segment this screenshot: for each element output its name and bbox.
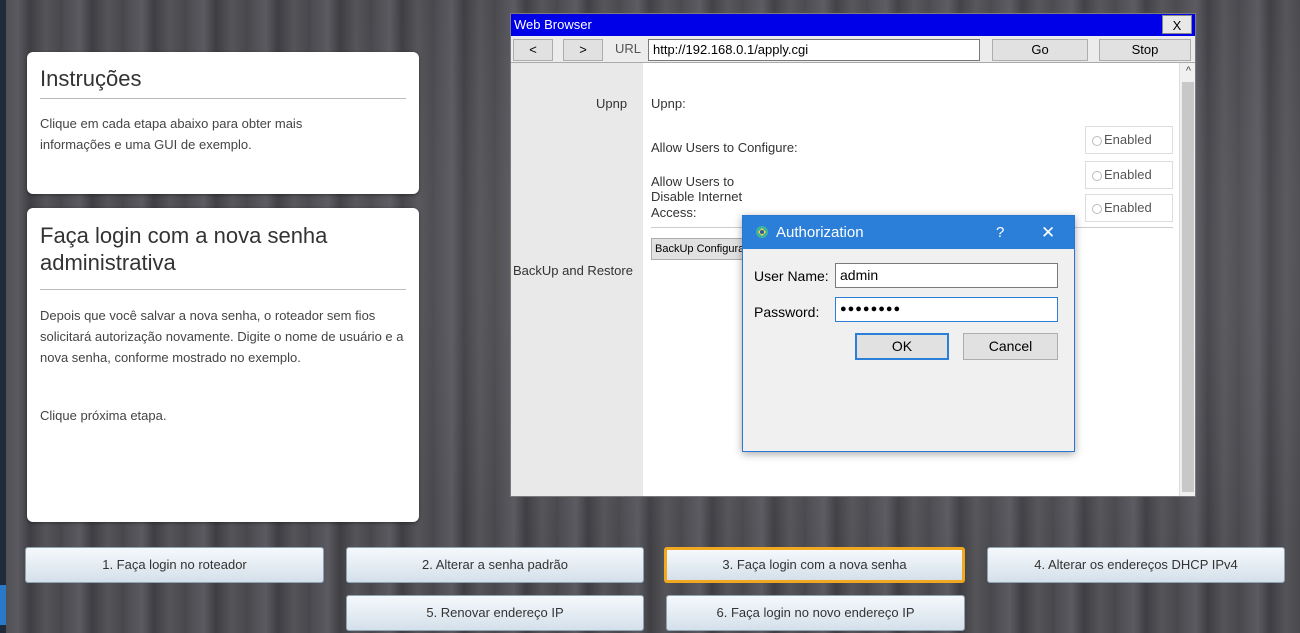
instructions-divider — [40, 98, 406, 99]
access-enabled-option[interactable]: Enabled — [1085, 194, 1173, 222]
page-side-column — [511, 63, 643, 496]
enabled-label: Enabled — [1104, 132, 1152, 147]
go-button[interactable]: Go — [992, 39, 1088, 61]
radio-icon — [1092, 203, 1102, 214]
enabled-label: Enabled — [1104, 200, 1152, 215]
password-input[interactable]: ●●●●●●●● — [835, 297, 1058, 322]
step-1-button[interactable]: 1. Faça login no roteador — [25, 547, 324, 583]
stop-button[interactable]: Stop — [1099, 39, 1191, 61]
instructions-panel: Instruções Clique em cada etapa abaixo p… — [27, 52, 419, 194]
disable-internet-enabled-option[interactable]: Enabled — [1085, 161, 1173, 189]
forward-button[interactable]: > — [563, 39, 603, 61]
upnp-side-label: Upnp — [596, 96, 628, 111]
url-label: URL — [615, 41, 642, 56]
vertical-scrollbar[interactable]: ^ — [1179, 63, 1195, 496]
step-6-button[interactable]: 6. Faça login no novo endereço IP — [666, 595, 965, 631]
browser-toolbar: < > URL http://192.168.0.1/apply.cgi Go … — [511, 36, 1195, 63]
username-label: User Name: — [754, 268, 829, 284]
username-input[interactable]: admin — [835, 263, 1058, 288]
scrollbar-thumb[interactable] — [1182, 82, 1194, 492]
allow-disable-label-2: Disable Internet — [651, 189, 743, 204]
authorization-dialog: Authorization ? ✕ User Name: admin Passw… — [742, 215, 1075, 452]
radio-icon — [1092, 135, 1102, 146]
instructions-title: Instruções — [40, 66, 142, 91]
backup-configuration-button[interactable]: BackUp Configura — [651, 238, 743, 260]
step-description-panel: Faça login com a nova senha administrati… — [27, 208, 419, 522]
dialog-close-icon[interactable]: ✕ — [1041, 216, 1055, 249]
allow-configure-label: Allow Users to Configure: — [651, 140, 798, 155]
step-title: Faça login com a nova senha administrati… — [40, 223, 328, 275]
backup-side-label: BackUp and Restore — [513, 263, 633, 278]
dialog-titlebar: Authorization ? ✕ — [743, 216, 1074, 249]
help-icon[interactable]: ? — [996, 216, 1004, 249]
dialog-title: Authorization — [776, 224, 864, 241]
step-2-button[interactable]: 2. Alterar a senha padrão — [346, 547, 644, 583]
back-button[interactable]: < — [513, 39, 553, 61]
cancel-button[interactable]: Cancel — [963, 333, 1058, 360]
enabled-label: Enabled — [1104, 167, 1152, 182]
browser-titlebar: Web Browser X — [511, 14, 1195, 36]
upnp-title: Upnp: — [651, 96, 686, 111]
ok-button[interactable]: OK — [855, 333, 949, 360]
allow-disable-label-1: Allow Users to — [651, 174, 735, 189]
step-paragraph-2: Clique próxima etapa. — [40, 408, 167, 423]
step-3-button[interactable]: 3. Faça login com a nova senha — [664, 547, 965, 583]
instructions-text: Clique em cada etapa abaixo para obter m… — [40, 116, 303, 152]
configure-enabled-option[interactable]: Enabled — [1085, 126, 1173, 154]
radio-icon — [1092, 170, 1102, 181]
step-5-button[interactable]: 5. Renovar endereço IP — [346, 595, 644, 631]
scroll-up-icon[interactable]: ^ — [1180, 63, 1195, 80]
step-divider — [40, 289, 406, 290]
url-input[interactable]: http://192.168.0.1/apply.cgi — [648, 39, 980, 61]
step-4-button[interactable]: 4. Alterar os endereços DHCP IPv4 — [987, 547, 1285, 583]
left-edge-accent — [0, 585, 6, 625]
packet-tracer-icon — [756, 226, 768, 238]
password-label: Password: — [754, 304, 820, 320]
step-paragraph-1: Depois que você salvar a nova senha, o r… — [40, 308, 404, 365]
browser-close-button[interactable]: X — [1162, 15, 1192, 34]
browser-title: Web Browser — [514, 17, 592, 32]
left-edge-bar — [0, 0, 6, 633]
allow-disable-label-3: Access: — [651, 205, 697, 220]
